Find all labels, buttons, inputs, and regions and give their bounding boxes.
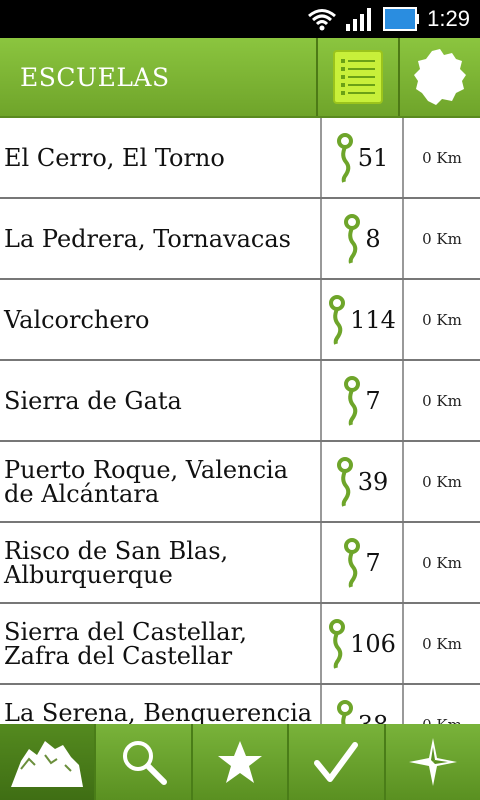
route-count: 114 [322, 280, 404, 359]
route-count: 7 [322, 361, 404, 440]
status-bar: 1:29 [0, 0, 480, 38]
region-map-icon [414, 49, 466, 105]
school-name: La Pedrera, Tornavacas [0, 199, 322, 278]
list-icon [333, 50, 383, 104]
list-item[interactable]: Risco de San Blas, Alburquerque 7 0 Km [0, 523, 480, 604]
list-item[interactable]: El Cerro, El Torno 51 0 Km [0, 118, 480, 199]
tab-nearby[interactable] [385, 724, 480, 800]
distance: 0 Km [422, 310, 462, 329]
route-count: 7 [322, 523, 404, 602]
tab-search[interactable] [96, 724, 193, 800]
distance: 0 Km [422, 148, 462, 167]
school-name: La Serena, Benquerencia de la [0, 685, 322, 724]
school-name: El Cerro, El Torno [0, 118, 322, 197]
list-item[interactable]: Valcorchero 114 0 Km [0, 280, 480, 361]
route-count-value: 106 [350, 629, 396, 658]
distance: 0 Km [422, 472, 462, 491]
tab-favorites[interactable] [192, 724, 290, 800]
page-title: ESCUELAS [20, 62, 170, 92]
route-pin-icon [344, 537, 361, 588]
status-icons: 1:29 [307, 0, 470, 38]
status-time: 1:29 [427, 6, 470, 31]
route-pin-icon [344, 375, 361, 426]
tab-completed[interactable] [289, 724, 386, 800]
school-name: Sierra de Gata [0, 361, 322, 440]
distance: 0 Km [422, 634, 462, 653]
route-count: 39 [322, 442, 404, 521]
school-name: Risco de San Blas, Alburquerque [0, 523, 322, 602]
search-icon [122, 741, 167, 785]
route-pin-icon [329, 294, 346, 345]
route-count-value: 38 [358, 711, 389, 725]
star-icon [218, 741, 263, 783]
route-pin-icon [344, 213, 361, 264]
bottom-tab-bar [0, 724, 480, 800]
region-map-button[interactable] [398, 38, 480, 116]
route-count: 106 [322, 604, 404, 683]
route-count: 38 [322, 685, 404, 724]
school-name: Valcorchero [0, 280, 322, 359]
wifi-icon [308, 9, 337, 31]
school-name: Puerto Roque, Valencia de Alcántara [0, 442, 322, 521]
route-pin-icon [336, 456, 353, 507]
route-pin-icon [329, 618, 346, 669]
checkmark-icon [314, 742, 359, 782]
distance: 0 Km [404, 685, 480, 725]
signal-icon [346, 8, 372, 31]
tab-schools[interactable] [0, 724, 97, 800]
distance: 0 Km [422, 391, 462, 410]
battery-icon [383, 7, 420, 31]
route-count-value: 8 [365, 224, 381, 253]
compass-icon [408, 738, 457, 786]
school-list[interactable]: El Cerro, El Torno 51 0 Km La Pedrera, T… [0, 118, 480, 724]
route-count-value: 51 [357, 143, 389, 172]
mountains-icon [11, 741, 84, 787]
app-header: ESCUELAS [0, 38, 480, 118]
route-count: 51 [322, 118, 404, 197]
school-name: Sierra del Castellar, Zafra del Castella… [0, 604, 322, 683]
route-count-value: 7 [365, 548, 381, 577]
list-item[interactable]: La Pedrera, Tornavacas 8 0 Km [0, 199, 480, 280]
route-count-value: 7 [365, 386, 381, 415]
list-item[interactable]: Puerto Roque, Valencia de Alcántara 39 0… [0, 442, 480, 523]
list-item[interactable]: Sierra de Gata 7 0 Km [0, 361, 480, 442]
route-count: 8 [322, 199, 404, 278]
route-pin-icon [336, 699, 353, 724]
list-view-button[interactable] [316, 38, 398, 116]
route-count-value: 114 [350, 305, 396, 334]
route-pin-icon [336, 132, 353, 183]
distance: 0 Km [422, 553, 462, 572]
list-item[interactable]: La Serena, Benquerencia de la 38 0 Km [0, 685, 480, 724]
list-item[interactable]: Sierra del Castellar, Zafra del Castella… [0, 604, 480, 685]
route-count-value: 39 [357, 467, 389, 496]
distance: 0 Km [422, 229, 462, 248]
